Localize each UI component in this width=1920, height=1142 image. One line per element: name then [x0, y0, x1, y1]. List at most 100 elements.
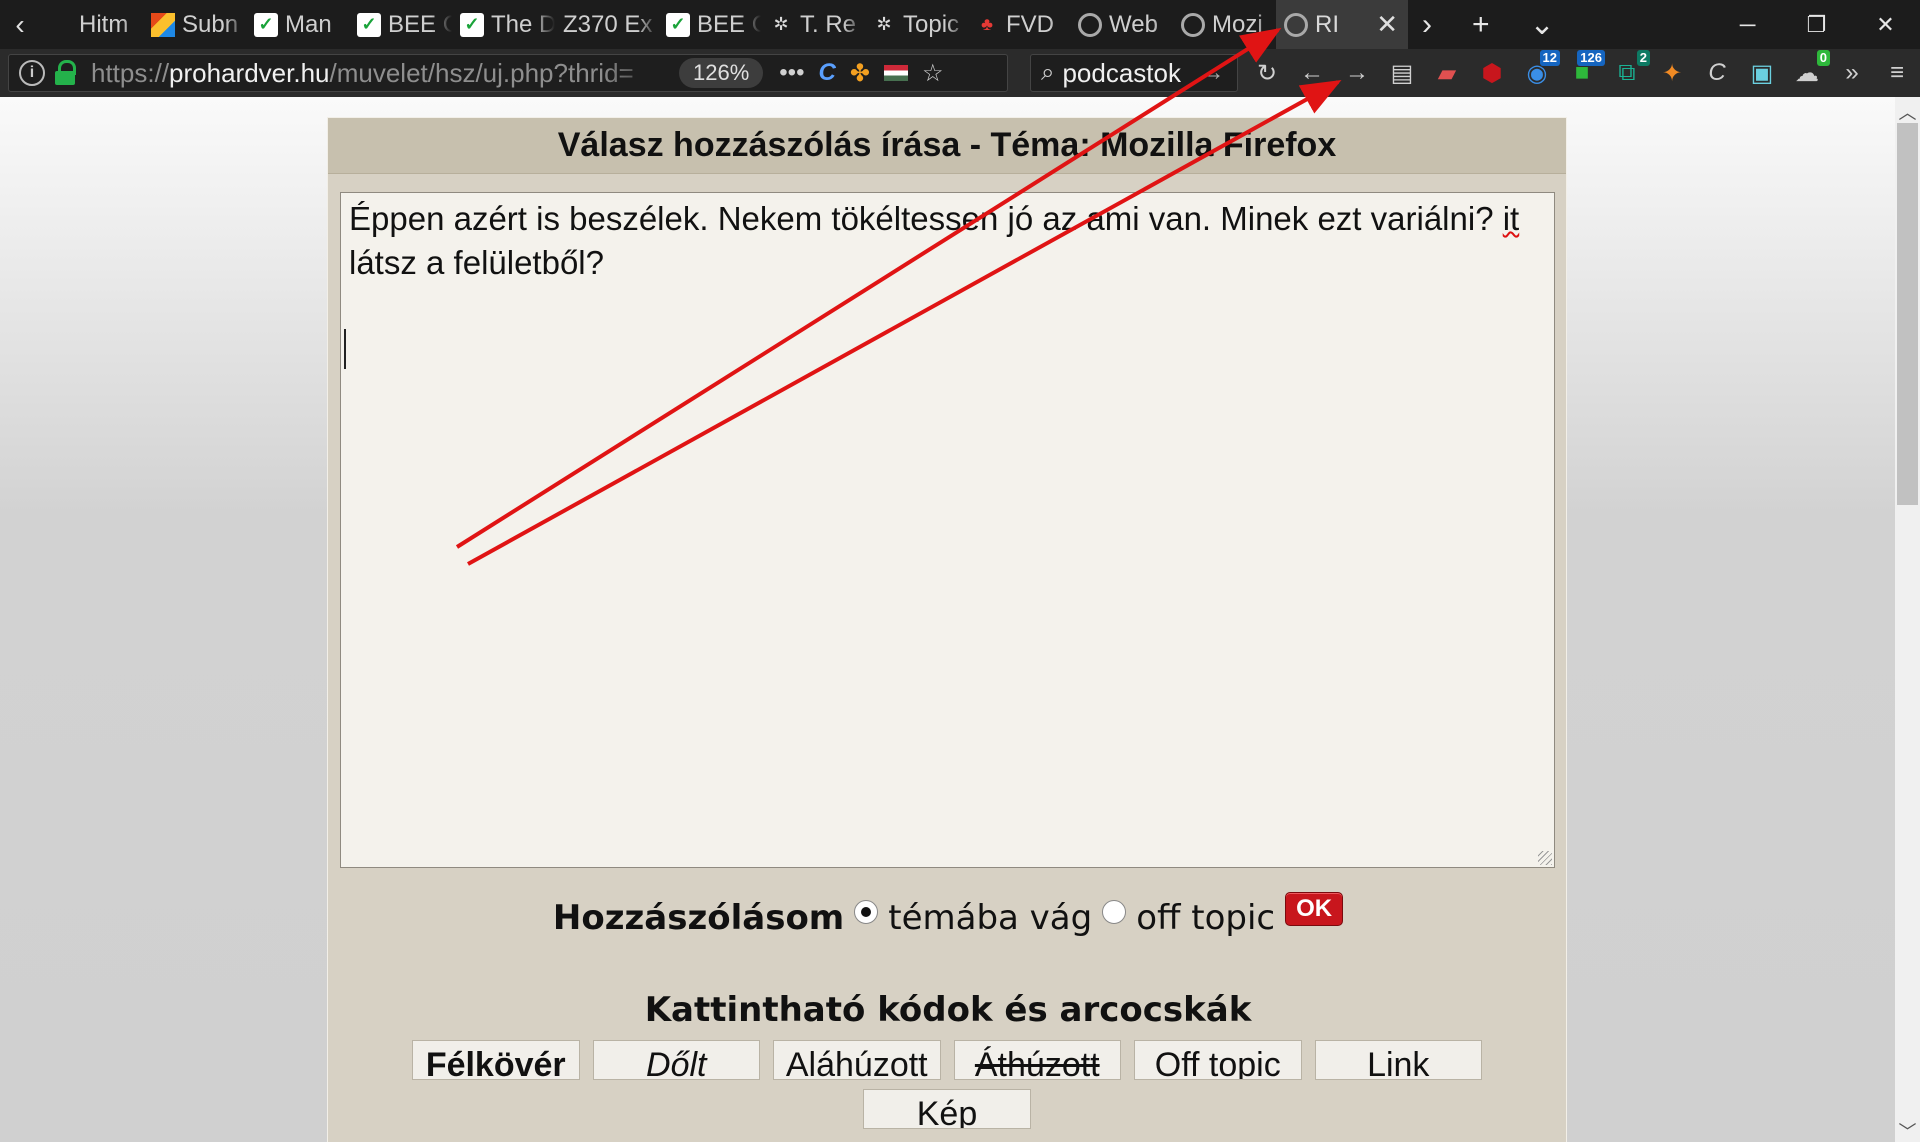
minimize-button[interactable]: ─	[1713, 0, 1782, 49]
tab-scroll-right-button[interactable]: ›	[1422, 8, 1432, 42]
post-mode-row: Hozzászólásom témába vág off topic OK	[328, 892, 1568, 938]
tab-scroll-left-button[interactable]: ‹	[0, 0, 40, 49]
info-icon[interactable]: i	[19, 60, 45, 86]
strikethrough-button[interactable]: Áthúzott	[953, 1040, 1121, 1080]
extension-d-icon[interactable]: ☁ 0	[1794, 50, 1830, 87]
dots-icon: ✲	[876, 14, 892, 34]
badge-count: 2	[1636, 50, 1650, 66]
on-topic-label[interactable]: témába vág	[888, 898, 1092, 938]
tab-title: Topic	[903, 10, 960, 38]
code-buttons-row-2: Kép	[412, 1089, 1482, 1129]
tab-title: RI	[1315, 10, 1339, 38]
tab-title: Mozi	[1212, 10, 1263, 38]
extension-fox-icon[interactable]: ✦	[1659, 60, 1685, 87]
search-go-icon[interactable]: →	[1200, 59, 1224, 87]
url-bar[interactable]: i https://prohardver.hu/muvelet/hsz/uj.p…	[8, 54, 1008, 92]
extension-b-icon[interactable]: ■ 126	[1569, 50, 1605, 86]
badge-count: 126	[1577, 50, 1605, 66]
multicolor-icon	[151, 12, 175, 37]
ring-icon	[1181, 12, 1205, 37]
url-host: prohardver.hu	[169, 57, 330, 88]
tab-0[interactable]: Hitm	[40, 0, 143, 49]
bold-button[interactable]: Félkövér	[412, 1040, 580, 1080]
ublock-icon[interactable]: ⬢	[1479, 60, 1505, 87]
close-window-button[interactable]: ✕	[1851, 0, 1920, 49]
tab-4[interactable]: ✓ The D	[452, 0, 555, 49]
tab-title: FVD	[1006, 10, 1054, 38]
tab-6[interactable]: ✓ BEE C	[658, 0, 761, 49]
tab-5[interactable]: Z370 Ex	[555, 0, 658, 49]
tab-2[interactable]: ✓ Man	[246, 0, 349, 49]
page-actions-button[interactable]: •••	[779, 59, 804, 87]
hamburger-menu-icon[interactable]: ≡	[1884, 59, 1910, 86]
search-input[interactable]: podcastok	[1062, 58, 1192, 89]
tab-10[interactable]: Web	[1070, 0, 1173, 49]
new-tab-button[interactable]: +	[1472, 8, 1490, 42]
overflow-menu-icon[interactable]: »	[1839, 59, 1865, 86]
tab-11[interactable]: Mozi	[1173, 0, 1276, 49]
tab-strip: ‹ Hitm Subn ✓ Man ✓ BEE C ✓ The D Z370 Ex ✓…	[0, 0, 1920, 49]
puzzle-color-icon[interactable]: ✤	[850, 59, 870, 88]
reload-icon[interactable]: ↻	[1254, 60, 1280, 87]
check-icon: ✓	[357, 12, 381, 37]
zoom-level-button[interactable]: 126%	[679, 58, 764, 88]
list-all-tabs-button[interactable]: ⌄	[1530, 7, 1555, 42]
scrollbar-thumb[interactable]	[1897, 123, 1918, 505]
ring-icon	[1284, 12, 1308, 37]
reader-view-icon[interactable]: ▤	[1389, 60, 1415, 87]
close-tab-icon[interactable]: ✕	[1376, 9, 1398, 40]
tab-title: Man	[285, 10, 332, 38]
image-button[interactable]: Kép	[863, 1089, 1031, 1129]
badge-count: 0	[1816, 50, 1830, 66]
underline-button[interactable]: Aláhúzott	[773, 1040, 941, 1080]
search-icon: ⌕	[1041, 59, 1055, 86]
url-text[interactable]: https://prohardver.hu/muvelet/hsz/uj.php…	[91, 58, 671, 89]
url-scheme: https://	[91, 57, 170, 88]
extension-a-icon[interactable]: ◉ 12	[1524, 50, 1560, 87]
scroll-up-icon[interactable]: ︿	[1895, 99, 1920, 123]
off-topic-button[interactable]: Off topic	[1134, 1040, 1302, 1080]
tab-tools: › + ⌄	[1422, 7, 1555, 42]
reload-c-icon[interactable]: C	[819, 59, 836, 87]
tab-title: BEE C	[697, 10, 761, 38]
forward-icon[interactable]: →	[1344, 59, 1370, 86]
tab-title: The D	[491, 10, 555, 38]
check-icon: ✓	[666, 12, 690, 37]
on-topic-radio[interactable]	[854, 900, 879, 924]
search-bar[interactable]: ⌕ podcastok →	[1030, 54, 1238, 92]
lock-icon[interactable]	[55, 60, 77, 86]
extension-c-icon[interactable]: ⧉ 2	[1614, 50, 1650, 86]
scroll-down-icon[interactable]: ﹀	[1895, 1118, 1920, 1142]
check-icon: ✓	[460, 12, 484, 37]
tab-3[interactable]: ✓ BEE C	[349, 0, 452, 49]
tab-active[interactable]: RI ✕	[1276, 0, 1408, 49]
window-controls: ─ ❐ ✕	[1713, 0, 1920, 49]
editor-text-line2: látsz a felületből?	[349, 244, 604, 281]
post-textarea[interactable]: Éppen azért is beszélek. Nekem tökéltess…	[340, 192, 1555, 868]
page-viewport: Válasz hozzászólás írása - Téma: Mozilla…	[0, 97, 1895, 1142]
url-actions: ••• C ✤ ☆	[779, 59, 943, 88]
save-icon[interactable]: ▣	[1749, 60, 1775, 87]
italic-button[interactable]: Dőlt	[592, 1040, 760, 1080]
ok-button[interactable]: OK	[1285, 892, 1344, 926]
codes-title: Kattintható kódok és arcocskák	[644, 990, 1252, 1030]
ring-icon	[1078, 12, 1102, 37]
off-topic-radio[interactable]	[1102, 900, 1127, 924]
restore-button[interactable]: ❐	[1782, 0, 1851, 49]
tab-9[interactable]: ♣ FVD	[967, 0, 1070, 49]
toolbar: ↻ ← → ▤ ▰ ⬢ ◉ 12 ■ 126 ⧉ 2 ✦ C ▣ ☁ 0 » ≡	[1254, 49, 1910, 97]
resize-grip-icon[interactable]	[1538, 851, 1552, 865]
extension-c-italic-icon[interactable]: C	[1704, 59, 1730, 86]
off-topic-label[interactable]: off topic	[1136, 898, 1275, 938]
back-icon[interactable]: ←	[1299, 59, 1325, 86]
hungarian-flag-icon[interactable]	[883, 65, 908, 81]
screenshot-icon[interactable]: ▰	[1434, 60, 1460, 87]
bookmark-star-icon[interactable]: ☆	[922, 59, 944, 88]
tab-8[interactable]: ✲ Topic	[864, 0, 967, 49]
tab-list: Hitm Subn ✓ Man ✓ BEE C ✓ The D Z370 Ex ✓ BE…	[40, 0, 1408, 49]
nav-bar: i https://prohardver.hu/muvelet/hsz/uj.p…	[0, 49, 1920, 97]
link-button[interactable]: Link	[1314, 1040, 1482, 1080]
vertical-scrollbar[interactable]: ︿ ﹀	[1895, 97, 1920, 1142]
tab-1[interactable]: Subn	[143, 0, 246, 49]
tab-7[interactable]: ✲ T. Re	[761, 0, 864, 49]
